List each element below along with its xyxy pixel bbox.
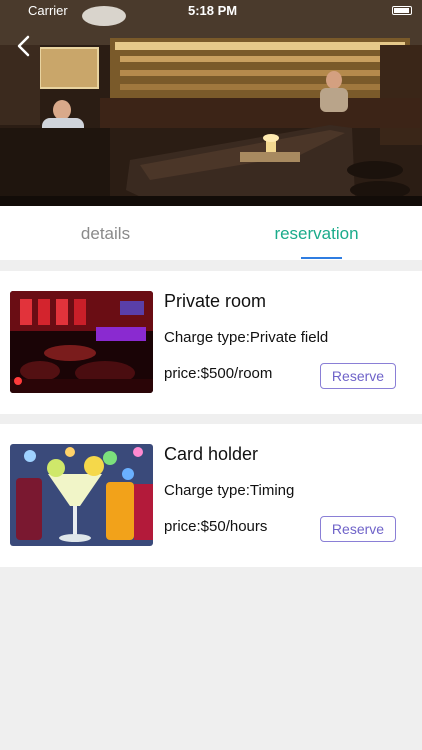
item-title: Private room: [164, 291, 267, 311]
hero-image: Carrier 5:18 PM: [0, 0, 422, 206]
club-room-photo: [10, 291, 153, 393]
status-bar: Carrier 5:18 PM: [0, 0, 422, 22]
reserve-button[interactable]: Reserve: [320, 516, 396, 542]
item-price: price:$50/hours: [164, 518, 268, 535]
item-thumbnail: [10, 291, 153, 393]
carrier-label: Carrier: [28, 3, 68, 18]
tab-reservation[interactable]: reservation: [211, 206, 422, 260]
cocktails-photo: [10, 444, 153, 546]
chevron-left-icon: [17, 35, 30, 57]
status-time: 5:18 PM: [188, 3, 238, 18]
list-item: Private room Charge type:Private field p…: [0, 271, 422, 414]
battery-icon: [392, 6, 412, 15]
back-button[interactable]: [10, 32, 38, 60]
list-item: Card holder Charge type:Timing price:$50…: [0, 424, 422, 567]
bar-interior-photo: [0, 0, 422, 206]
tab-bar: details reservation: [0, 206, 422, 260]
item-price: price:$500/room: [164, 365, 273, 382]
tab-details[interactable]: details: [0, 206, 211, 260]
charge-type: Charge type:Private field: [164, 329, 329, 346]
reserve-button[interactable]: Reserve: [320, 363, 396, 389]
item-thumbnail: [10, 444, 153, 546]
active-tab-indicator: [301, 257, 342, 259]
item-title: Card holder: [164, 444, 259, 464]
charge-type: Charge type:Timing: [164, 482, 295, 499]
